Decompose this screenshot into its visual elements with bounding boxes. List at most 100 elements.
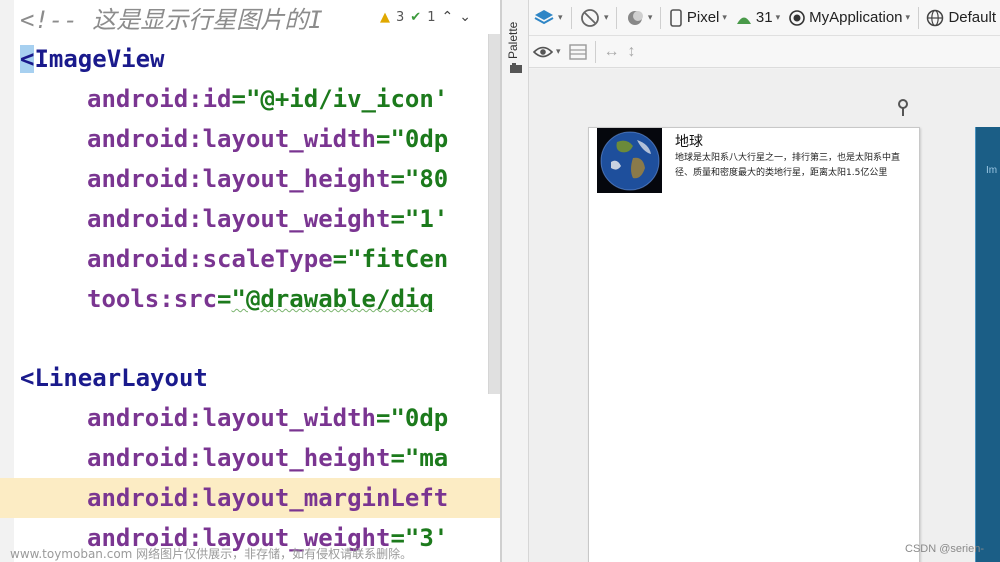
attr-value: "@+id/iv_icon' [245, 85, 449, 113]
chevron-down-icon: ▾ [603, 12, 609, 22]
theme-circle-icon [789, 9, 805, 26]
wrench-icon[interactable] [897, 99, 909, 117]
view-options-button[interactable]: ▾ [529, 38, 565, 66]
attr-name: android:layout_height [87, 444, 391, 472]
code-line-layout-width[interactable]: android:layout_width="0dp [0, 119, 448, 159]
palette-tab[interactable]: Palette [506, 14, 526, 66]
android-icon [736, 17, 751, 24]
check-icon: ✔ [410, 9, 422, 25]
vertical-resize-button[interactable]: ↕ [624, 38, 640, 66]
earth-image [597, 128, 662, 193]
layers-icon [534, 9, 554, 24]
layout-designer: ▾ ▾ ▾ Pixel ▾ 31 ▾ MyApplication ▾ Defau… [529, 0, 1000, 562]
attr-value: "fitCen [347, 245, 449, 273]
code-line-layout-weight[interactable]: android:layout_weight="1' [0, 199, 448, 239]
attr-value: "1' [404, 205, 449, 233]
night-mode-button[interactable]: ▾ [621, 4, 657, 32]
attr-name: android:layout_width [87, 125, 376, 153]
horizontal-arrows-icon: ↔ [603, 42, 620, 60]
attr-equals: = [332, 245, 348, 273]
vertical-arrows-icon: ↕ [627, 42, 636, 60]
attr-name: android:layout_marginLeft [87, 484, 449, 512]
attr-equals: = [390, 205, 405, 233]
design-surface-button[interactable]: ▾ [529, 4, 567, 32]
planet-description: 地球是太阳系八大行星之一，排行第三，也是太阳系中直径、质量和密度最大的类地行星，… [675, 153, 901, 178]
attr-equals: = [375, 404, 391, 432]
orientation-button[interactable]: ▾ [575, 4, 613, 32]
globe-icon [927, 9, 944, 26]
tag-name-linearlayout: LinearLayout [34, 364, 208, 392]
code-line-scaletype[interactable]: android:scaleType="fitCen [0, 239, 448, 279]
code-line-layout-height-2[interactable]: android:layout_height="ma [0, 438, 448, 478]
locale-selector[interactable]: Default [922, 4, 1000, 32]
api-level-selector[interactable]: 31 ▾ [731, 4, 784, 32]
designer-toolbar: ▾ ▾ ▾ Pixel ▾ 31 ▾ MyApplication ▾ Defau… [529, 0, 1000, 36]
xml-comment: <!-- 这是显示行星图片的I [20, 6, 323, 34]
chevron-down-icon: ▾ [722, 12, 727, 22]
theme-icon [627, 10, 643, 25]
attr-name: android:id [87, 85, 232, 113]
attr-name: tools:src [87, 285, 218, 313]
chevron-down-icon[interactable]: ⌄ [459, 9, 471, 25]
attr-name: android:scaleType [87, 245, 333, 273]
attr-value: "0dp [390, 125, 449, 153]
code-line-imageview[interactable]: <ImageView [0, 39, 165, 79]
attr-value: "@drawable/diq [231, 285, 434, 313]
attr-equals: = [375, 125, 391, 153]
device-preview[interactable]: 地球 地球是太阳系八大行星之一，排行第三，也是太阳系中直径、质量和密度最大的类地… [588, 127, 920, 562]
attr-equals: = [390, 444, 405, 472]
watermark-right: CSDN @serien- [905, 543, 985, 555]
code-line-layout-width-2[interactable]: android:layout_width="0dp [0, 398, 448, 438]
attr-equals: = [231, 85, 246, 113]
warning-icon: ▲ [380, 9, 390, 25]
blueprint-label: Im [986, 165, 998, 176]
editor-scrollbar[interactable] [488, 34, 500, 394]
attr-value: "0dp [390, 404, 449, 432]
rotate-icon [581, 8, 599, 27]
grid-icon [568, 43, 587, 60]
chevron-down-icon: ▾ [558, 12, 563, 22]
app-theme-name: MyApplication [809, 9, 903, 26]
code-line-tools-src[interactable]: tools:src="@drawable/diq [0, 279, 434, 319]
attr-name: android:layout_weight [87, 205, 391, 233]
theme-selector[interactable]: MyApplication ▾ [784, 4, 914, 32]
horizontal-resize-button[interactable]: ↔ [600, 38, 624, 66]
planet-image[interactable] [597, 128, 662, 193]
code-editor[interactable]: <!-- 这是显示行星图片的I <ImageView android:id="@… [0, 0, 500, 562]
chevron-up-icon[interactable]: ⌃ [441, 9, 453, 25]
attr-value: "80 [404, 165, 449, 193]
palette-strip: Palette [502, 0, 529, 562]
chevron-down-icon: ▾ [775, 12, 781, 22]
inspection-widget[interactable]: ▲ 3 ✔ 1 ⌃ ⌄ [372, 0, 500, 34]
attr-name: android:layout_height [87, 165, 391, 193]
palette-icon [510, 63, 522, 73]
designer-subtoolbar: ▾ ↔ ↕ [529, 36, 1000, 68]
chevron-down-icon: ▾ [905, 12, 911, 22]
code-line-linearlayout[interactable]: <LinearLayout [0, 358, 208, 398]
tag-open-bracket: < [20, 45, 35, 73]
check-count: 1 [427, 9, 436, 25]
code-line-comment[interactable]: <!-- 这是显示行星图片的I [0, 0, 323, 40]
tag-open-bracket: < [20, 364, 35, 392]
attr-equals: = [217, 285, 232, 313]
chevron-down-icon: ▾ [647, 12, 653, 22]
watermark-left: www.toymoban.com 网络图片仅供展示，非存储，如有侵权请联系删除。 [10, 547, 413, 561]
code-line-layout-height[interactable]: android:layout_height="80 [0, 159, 448, 199]
api-level: 31 [755, 9, 773, 26]
device-name: Pixel [686, 9, 720, 26]
code-line-margin-left-current[interactable]: android:layout_marginLeft [0, 478, 500, 518]
locale-name: Default [948, 9, 996, 26]
tag-name-imageview: ImageView [34, 45, 165, 73]
attr-value: "ma [404, 444, 449, 472]
design-canvas[interactable]: 地球 地球是太阳系八大行星之一，排行第三，也是太阳系中直径、质量和密度最大的类地… [529, 69, 1000, 562]
blueprint-preview[interactable]: Im [975, 127, 1000, 562]
blueprint-toggle-button[interactable] [565, 38, 591, 66]
code-line-id[interactable]: android:id="@+id/iv_icon' [0, 79, 448, 119]
attr-equals: = [390, 165, 405, 193]
chevron-down-icon: ▾ [556, 46, 561, 56]
eye-icon [533, 46, 553, 57]
planet-title: 地球 [675, 134, 703, 150]
attr-name: android:layout_width [87, 404, 376, 432]
warning-count: 3 [396, 9, 405, 25]
device-selector[interactable]: Pixel ▾ [665, 4, 731, 32]
